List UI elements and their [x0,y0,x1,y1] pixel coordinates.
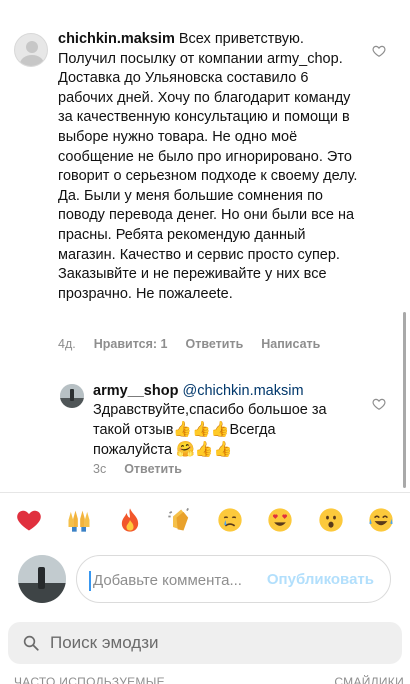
reply-time: 3с [93,462,107,476]
reply-avatar[interactable] [60,384,84,408]
heart-eyes-emoji-icon[interactable] [263,503,297,537]
avatar-placeholder-head [26,41,38,53]
comment-likes-button[interactable]: Нравится: 1 [94,337,168,351]
emoji-search-label: Поиск эмодзи [50,633,159,652]
reply-mention[interactable]: @chichkin.maksim [182,383,303,399]
comment-message-button[interactable]: Написать [261,337,320,351]
hug-thumbs-emoji: 🤗👍👍 [176,440,233,458]
comment-reply-button[interactable]: Ответить [186,337,244,351]
category-smileys[interactable]: СМАЙЛИКИ [334,675,404,684]
comment-username[interactable]: chichkin.maksim [58,31,175,47]
emoji-search-field[interactable]: Поиск эмодзи [8,622,402,664]
reply-avatar-figure [70,389,74,401]
heart-emoji-icon[interactable] [12,503,46,537]
scrollbar[interactable] [403,312,406,488]
clapping-hands-emoji-icon[interactable] [163,503,197,537]
reply-meta: 3с Ответить [93,462,182,476]
emoji-categories: ЧАСТО ИСПОЛЬЗУЕМЫЕ СМАЙЛИКИ [14,675,404,684]
crying-face-emoji-icon[interactable] [213,503,247,537]
reply-like-heart-icon[interactable] [372,397,386,411]
my-avatar[interactable] [18,555,66,603]
reply-reply-button[interactable]: Ответить [124,462,182,476]
category-frequent[interactable]: ЧАСТО ИСПОЛЬЗУЕМЫЕ [14,675,165,684]
text-caret [89,571,91,591]
avatar-placeholder-body [20,55,44,66]
comment-time: 4д. [58,337,76,351]
comment-composer: Опубликовать [0,553,410,609]
reply-username[interactable]: army__shop [93,383,178,399]
thumbs-up-emoji: 👍👍👍 [173,420,230,438]
comment-text: chichkin.maksim Всех приветствую. Получи… [58,30,358,304]
comment-body: Всех приветствую. Получил посылку от ком… [58,31,358,302]
comment-meta: 4д. Нравится: 1 Ответить Написать [58,337,320,351]
user-avatar[interactable] [14,33,48,67]
comment-input[interactable] [93,570,263,590]
like-heart-icon[interactable] [372,44,386,58]
fire-emoji-icon[interactable] [113,503,147,537]
surprised-face-emoji-icon[interactable] [314,503,348,537]
my-avatar-figure [38,567,45,589]
reply-text: army__shop @chichkin.maksim Здравствуйте… [93,382,343,460]
quick-emoji-bar [0,503,410,537]
comment-input-pill[interactable]: Опубликовать [76,555,391,603]
search-icon [22,634,40,652]
raised-hands-emoji-icon[interactable] [62,503,96,537]
publish-button[interactable]: Опубликовать [267,571,374,588]
laughing-face-emoji-icon[interactable] [364,503,398,537]
divider [0,492,410,493]
